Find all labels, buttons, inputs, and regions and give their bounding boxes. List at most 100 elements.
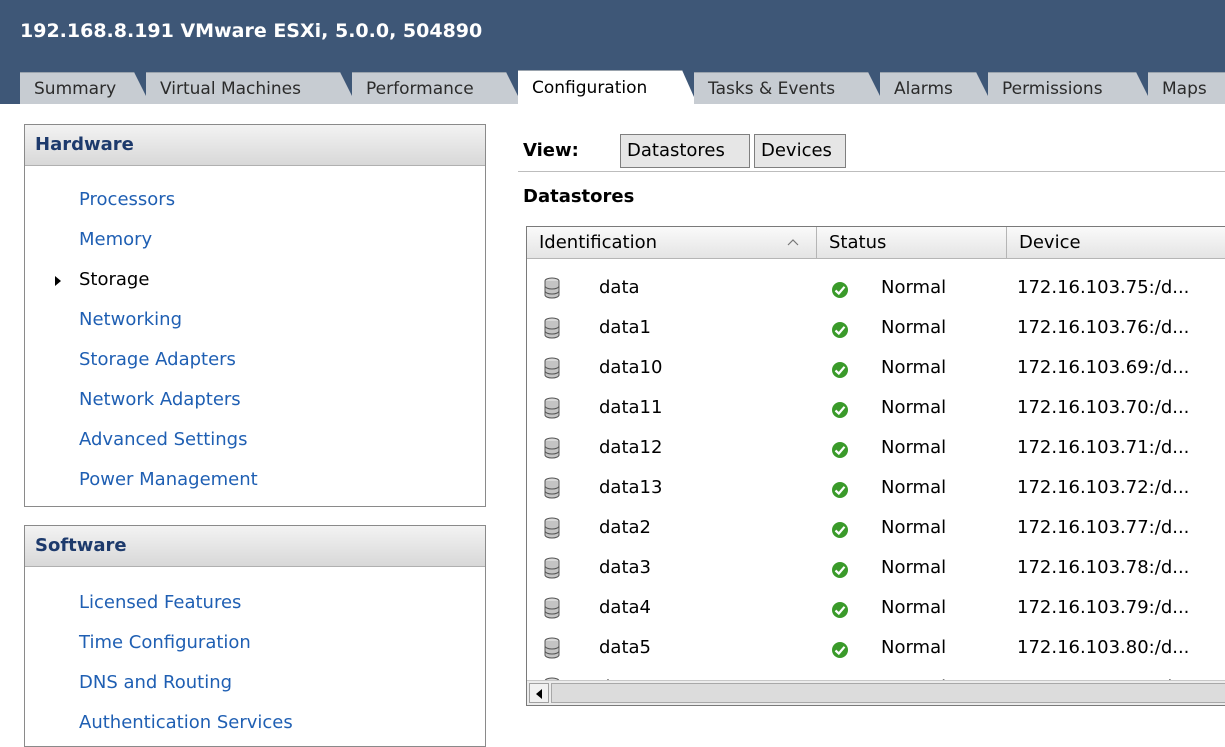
view-devices-button[interactable]: Devices bbox=[754, 134, 846, 168]
table-row[interactable]: data13 Normal 172.16.103.72:/d... bbox=[527, 469, 1225, 509]
tab-performance[interactable]: Performance bbox=[352, 72, 522, 104]
hardware-item-storage[interactable]: Storage bbox=[79, 269, 149, 290]
hardware-item-networking[interactable]: Networking bbox=[79, 309, 182, 330]
datastore-name: data11 bbox=[599, 397, 663, 418]
datastore-device: 172.16.103.71:/d... bbox=[1017, 437, 1190, 458]
datastore-device: 172.16.103.79:/d... bbox=[1017, 597, 1190, 618]
status-ok-icon bbox=[832, 322, 848, 338]
view-datastores-button[interactable]: Datastores bbox=[620, 134, 750, 168]
sort-ascending-icon bbox=[787, 239, 799, 246]
datastore-status: Normal bbox=[881, 557, 947, 578]
datastore-device: 172.16.103.69:/d... bbox=[1017, 357, 1190, 378]
status-ok-icon bbox=[832, 362, 848, 378]
column-header-device[interactable]: Device bbox=[1007, 227, 1225, 259]
column-header-identification-label: Identification bbox=[539, 232, 658, 253]
datastore-status: Normal bbox=[881, 397, 947, 418]
software-item-dns-routing[interactable]: DNS and Routing bbox=[79, 672, 232, 693]
datastore-status: Normal bbox=[881, 477, 947, 498]
datastore-device: 172.16.103.80:/d... bbox=[1017, 637, 1190, 658]
datastore-icon bbox=[544, 637, 560, 659]
datastore-icon bbox=[544, 397, 560, 419]
datastore-device: 172.16.103.72:/d... bbox=[1017, 477, 1190, 498]
table-row[interactable]: data3 Normal 172.16.103.78:/d... bbox=[527, 549, 1225, 589]
datastore-icon bbox=[544, 557, 560, 579]
datastore-name: data12 bbox=[599, 437, 663, 458]
hardware-item-power-management[interactable]: Power Management bbox=[79, 469, 258, 490]
datastore-icon bbox=[544, 477, 560, 499]
table-row[interactable]: data11 Normal 172.16.103.70:/d... bbox=[527, 389, 1225, 429]
hardware-item-storage-adapters[interactable]: Storage Adapters bbox=[79, 349, 236, 370]
view-separator bbox=[518, 171, 1225, 172]
datastore-name: data10 bbox=[599, 357, 663, 378]
tab-configuration[interactable]: Configuration bbox=[518, 70, 698, 106]
hardware-item-network-adapters[interactable]: Network Adapters bbox=[79, 389, 241, 410]
datastore-name: data13 bbox=[599, 477, 663, 498]
table-row[interactable]: data1 Normal 172.16.103.76:/d... bbox=[527, 309, 1225, 349]
status-ok-icon bbox=[832, 282, 848, 298]
tab-strip: Summary Virtual Machines Performance Con… bbox=[0, 68, 1225, 106]
datastore-device: 172.16.103.75:/d... bbox=[1017, 277, 1190, 298]
software-item-time-configuration[interactable]: Time Configuration bbox=[79, 632, 251, 653]
hardware-item-advanced-settings[interactable]: Advanced Settings bbox=[79, 429, 247, 450]
datastore-name: data3 bbox=[599, 557, 651, 578]
column-header-identification[interactable]: Identification bbox=[527, 227, 817, 259]
datastore-icon bbox=[544, 317, 560, 339]
hardware-item-memory[interactable]: Memory bbox=[79, 229, 152, 250]
software-heading: Software bbox=[25, 526, 485, 567]
datastore-icon bbox=[544, 277, 560, 299]
tab-maps[interactable]: Maps bbox=[1148, 72, 1225, 104]
software-panel: Software Licensed Features Time Configur… bbox=[24, 525, 486, 747]
status-ok-icon bbox=[832, 602, 848, 618]
hardware-item-processors[interactable]: Processors bbox=[79, 189, 175, 210]
status-ok-icon bbox=[832, 442, 848, 458]
datastore-status: Normal bbox=[881, 637, 947, 658]
datastore-status: Normal bbox=[881, 597, 947, 618]
software-item-licensed-features[interactable]: Licensed Features bbox=[79, 592, 241, 613]
host-title: 192.168.8.191 VMware ESXi, 5.0.0, 504890 bbox=[20, 20, 483, 42]
datastore-name: data1 bbox=[599, 317, 651, 338]
title-bar: 192.168.8.191 VMware ESXi, 5.0.0, 504890 bbox=[0, 0, 1225, 68]
datastore-device: 172.16.103.70:/d... bbox=[1017, 397, 1190, 418]
column-header-status[interactable]: Status bbox=[817, 227, 1007, 259]
datastores-table: Identification Status Device data Normal 1… bbox=[526, 226, 1225, 706]
datastore-device: 172.16.103.77:/d... bbox=[1017, 517, 1190, 538]
view-label: View: bbox=[523, 140, 579, 161]
scrollbar-thumb[interactable] bbox=[551, 683, 1225, 703]
status-ok-icon bbox=[832, 402, 848, 418]
status-ok-icon bbox=[832, 642, 848, 658]
hardware-panel: Hardware Processors Memory Storage Netwo… bbox=[24, 124, 486, 507]
datastore-icon bbox=[544, 517, 560, 539]
horizontal-scrollbar[interactable] bbox=[527, 680, 1225, 705]
table-row[interactable]: data12 Normal 172.16.103.71:/d... bbox=[527, 429, 1225, 469]
arrow-left-icon bbox=[536, 689, 542, 699]
datastore-status: Normal bbox=[881, 317, 947, 338]
scroll-left-button[interactable] bbox=[529, 683, 549, 703]
datastore-status: Normal bbox=[881, 357, 947, 378]
datastore-status: Normal bbox=[881, 517, 947, 538]
datastore-icon bbox=[544, 597, 560, 619]
tab-summary[interactable]: Summary bbox=[20, 72, 150, 104]
datastore-icon bbox=[544, 437, 560, 459]
datastores-heading: Datastores bbox=[523, 186, 635, 207]
hardware-heading: Hardware bbox=[25, 125, 485, 166]
datastore-name: data5 bbox=[599, 637, 651, 658]
datastore-icon bbox=[544, 357, 560, 379]
software-item-authentication-services[interactable]: Authentication Services bbox=[79, 712, 293, 733]
table-row[interactable]: data Normal 172.16.103.75:/d... bbox=[527, 269, 1225, 309]
status-ok-icon bbox=[832, 562, 848, 578]
table-row[interactable]: data4 Normal 172.16.103.79:/d... bbox=[527, 589, 1225, 629]
tab-permissions[interactable]: Permissions bbox=[988, 72, 1152, 104]
selected-arrow-icon bbox=[55, 276, 61, 286]
datastore-name: data4 bbox=[599, 597, 651, 618]
status-ok-icon bbox=[832, 522, 848, 538]
tab-virtual-machines[interactable]: Virtual Machines bbox=[146, 72, 356, 104]
datastore-name: data2 bbox=[599, 517, 651, 538]
table-row[interactable]: data2 Normal 172.16.103.77:/d... bbox=[527, 509, 1225, 549]
tab-alarms[interactable]: Alarms bbox=[880, 72, 992, 104]
table-row[interactable]: data10 Normal 172.16.103.69:/d... bbox=[527, 349, 1225, 389]
datastore-device: 172.16.103.76:/d... bbox=[1017, 317, 1190, 338]
datastore-name: data bbox=[599, 277, 640, 298]
tab-tasks-events[interactable]: Tasks & Events bbox=[694, 72, 884, 104]
table-row[interactable]: data5 Normal 172.16.103.80:/d... bbox=[527, 629, 1225, 669]
status-ok-icon bbox=[832, 482, 848, 498]
